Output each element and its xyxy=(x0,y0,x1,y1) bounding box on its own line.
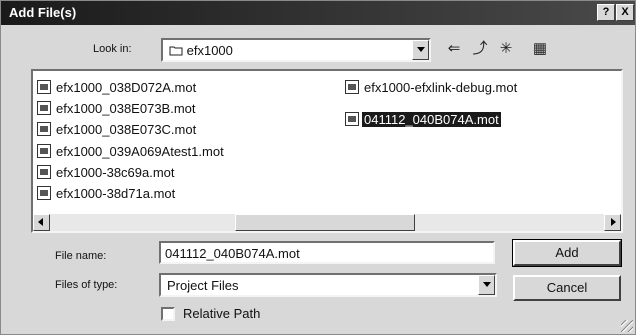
file-name-value: 041112_040B074A.mot xyxy=(165,246,300,261)
file-item[interactable]: 041112_040B074A.mot xyxy=(345,111,501,129)
file-item[interactable]: efx1000_038E073B.mot xyxy=(37,100,198,118)
resize-grip-icon[interactable] xyxy=(621,320,633,332)
close-button[interactable]: X xyxy=(616,4,634,21)
files-of-type-dropdown[interactable]: Project Files xyxy=(159,273,497,297)
file-name: efx1000_038D072A.mot xyxy=(56,80,197,95)
help-button[interactable]: ? xyxy=(597,4,615,21)
add-button[interactable]: Add xyxy=(512,239,622,267)
file-item[interactable]: efx1000_038D072A.mot xyxy=(37,79,198,97)
file-name: 041112_040B074A.mot xyxy=(362,112,501,127)
file-icon xyxy=(37,80,51,94)
files-of-type-label: Files of type: xyxy=(55,279,118,291)
dialog-title: Add File(s) xyxy=(9,5,77,20)
scroll-right-button[interactable] xyxy=(604,214,621,231)
file-icon xyxy=(37,101,51,115)
file-name-label: File name: xyxy=(55,250,107,262)
file-item[interactable]: efx1000-efxlink-debug.mot xyxy=(345,79,519,97)
look-in-label: Look in: xyxy=(93,43,132,55)
back-icon[interactable]: ⇐ xyxy=(443,39,465,59)
file-item[interactable]: efx1000-38d71a.mot xyxy=(37,185,177,203)
cancel-button[interactable]: Cancel xyxy=(513,275,621,301)
file-icon xyxy=(37,122,51,136)
file-icon xyxy=(345,80,359,94)
file-icon xyxy=(37,186,51,200)
files-of-type-value: Project Files xyxy=(167,278,239,293)
file-name: efx1000_038E073C.mot xyxy=(56,122,197,137)
view-menu-icon[interactable]: ▦ xyxy=(529,39,551,59)
file-item[interactable]: efx1000_039A069Atest1.mot xyxy=(37,143,226,161)
file-icon xyxy=(37,144,51,158)
relative-path-checkbox[interactable] xyxy=(161,307,175,321)
folder-icon xyxy=(169,43,187,58)
relative-path-label: Relative Path xyxy=(183,306,261,321)
up-folder-icon[interactable]: ⤴ xyxy=(469,39,491,59)
horizontal-scrollbar[interactable] xyxy=(33,214,621,231)
scroll-thumb[interactable] xyxy=(235,214,415,231)
look-in-value: efx1000 xyxy=(169,43,233,58)
file-icon xyxy=(37,165,51,179)
file-icon xyxy=(345,112,359,126)
new-folder-icon[interactable]: ✳ xyxy=(495,39,517,59)
look-in-dropdown-button[interactable] xyxy=(412,40,429,60)
add-files-dialog: Add File(s) ? X Look in: efx1000 ⇐ ⤴ ✳ ▦ ef… xyxy=(0,0,636,335)
file-item[interactable]: efx1000-38c69a.mot xyxy=(37,164,177,182)
file-name-input[interactable]: 041112_040B074A.mot xyxy=(159,241,495,264)
file-list[interactable]: efx1000_038D072A.mot efx1000_038E073B.mot… xyxy=(31,69,623,233)
scroll-left-button[interactable] xyxy=(33,214,50,231)
title-bar[interactable]: Add File(s) ? X xyxy=(1,1,635,25)
file-name: efx1000_039A069Atest1.mot xyxy=(56,144,224,159)
file-name: efx1000_038E073B.mot xyxy=(56,101,196,116)
look-in-dropdown[interactable]: efx1000 xyxy=(161,38,431,62)
file-item[interactable]: efx1000_038E073C.mot xyxy=(37,121,198,139)
files-of-type-dropdown-button[interactable] xyxy=(478,275,495,295)
file-name: efx1000-38d71a.mot xyxy=(56,186,176,201)
file-name: efx1000-38c69a.mot xyxy=(56,165,175,180)
file-name: efx1000-efxlink-debug.mot xyxy=(364,80,518,95)
